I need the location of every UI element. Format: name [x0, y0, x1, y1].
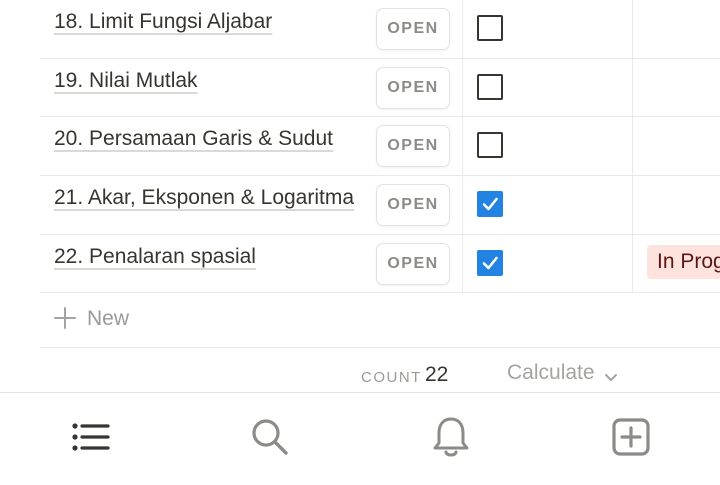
table-footer: COUNT 22 Calculate: [0, 360, 720, 390]
table-row[interactable]: 22. Penalaran spasial OPEN In Prog: [40, 235, 720, 294]
open-button[interactable]: OPEN: [376, 184, 450, 227]
row-title[interactable]: 22. Penalaran spasial: [54, 245, 256, 269]
plus-icon: [54, 307, 76, 329]
open-button[interactable]: OPEN: [376, 66, 450, 109]
database-table: 18. Limit Fungsi Aljabar OPEN 19. Nilai …: [40, 0, 720, 294]
count-value: 22: [425, 363, 449, 386]
bell-icon[interactable]: [429, 415, 473, 459]
checkmark-icon: [482, 256, 498, 270]
row-title[interactable]: 21. Akar, Eksponen & Logaritma: [54, 186, 354, 210]
done-checkbox[interactable]: [477, 15, 503, 41]
row-title[interactable]: 19. Nilai Mutlak: [54, 69, 198, 93]
table-row[interactable]: 20. Persamaan Garis & Sudut OPEN: [40, 117, 720, 177]
status-badge[interactable]: In Prog: [647, 244, 720, 279]
row-title[interactable]: 20. Persamaan Garis & Sudut: [54, 127, 333, 151]
new-row-button[interactable]: New: [40, 293, 720, 348]
done-checkbox[interactable]: [477, 132, 503, 159]
add-square-icon[interactable]: [609, 415, 653, 459]
table-row[interactable]: 18. Limit Fungsi Aljabar OPEN: [40, 0, 720, 59]
calculate-button[interactable]: Calculate: [507, 361, 595, 385]
done-checkbox[interactable]: [477, 73, 503, 100]
done-checkbox[interactable]: [477, 249, 503, 276]
table-row[interactable]: 19. Nilai Mutlak OPEN: [40, 59, 720, 118]
count-label: COUNT: [361, 369, 422, 386]
done-checkbox[interactable]: [477, 191, 503, 218]
checkmark-icon: [482, 197, 498, 211]
table-row[interactable]: 21. Akar, Eksponen & Logaritma OPEN: [40, 176, 720, 235]
search-icon[interactable]: [248, 415, 292, 459]
row-title[interactable]: 18. Limit Fungsi Aljabar: [54, 10, 272, 34]
chevron-down-icon[interactable]: [603, 369, 619, 385]
open-button[interactable]: OPEN: [376, 8, 450, 50]
open-button[interactable]: OPEN: [376, 242, 450, 285]
list-icon[interactable]: [68, 415, 112, 459]
open-button[interactable]: OPEN: [376, 125, 450, 168]
new-label: New: [87, 307, 130, 330]
bottom-navigation: [0, 392, 720, 485]
